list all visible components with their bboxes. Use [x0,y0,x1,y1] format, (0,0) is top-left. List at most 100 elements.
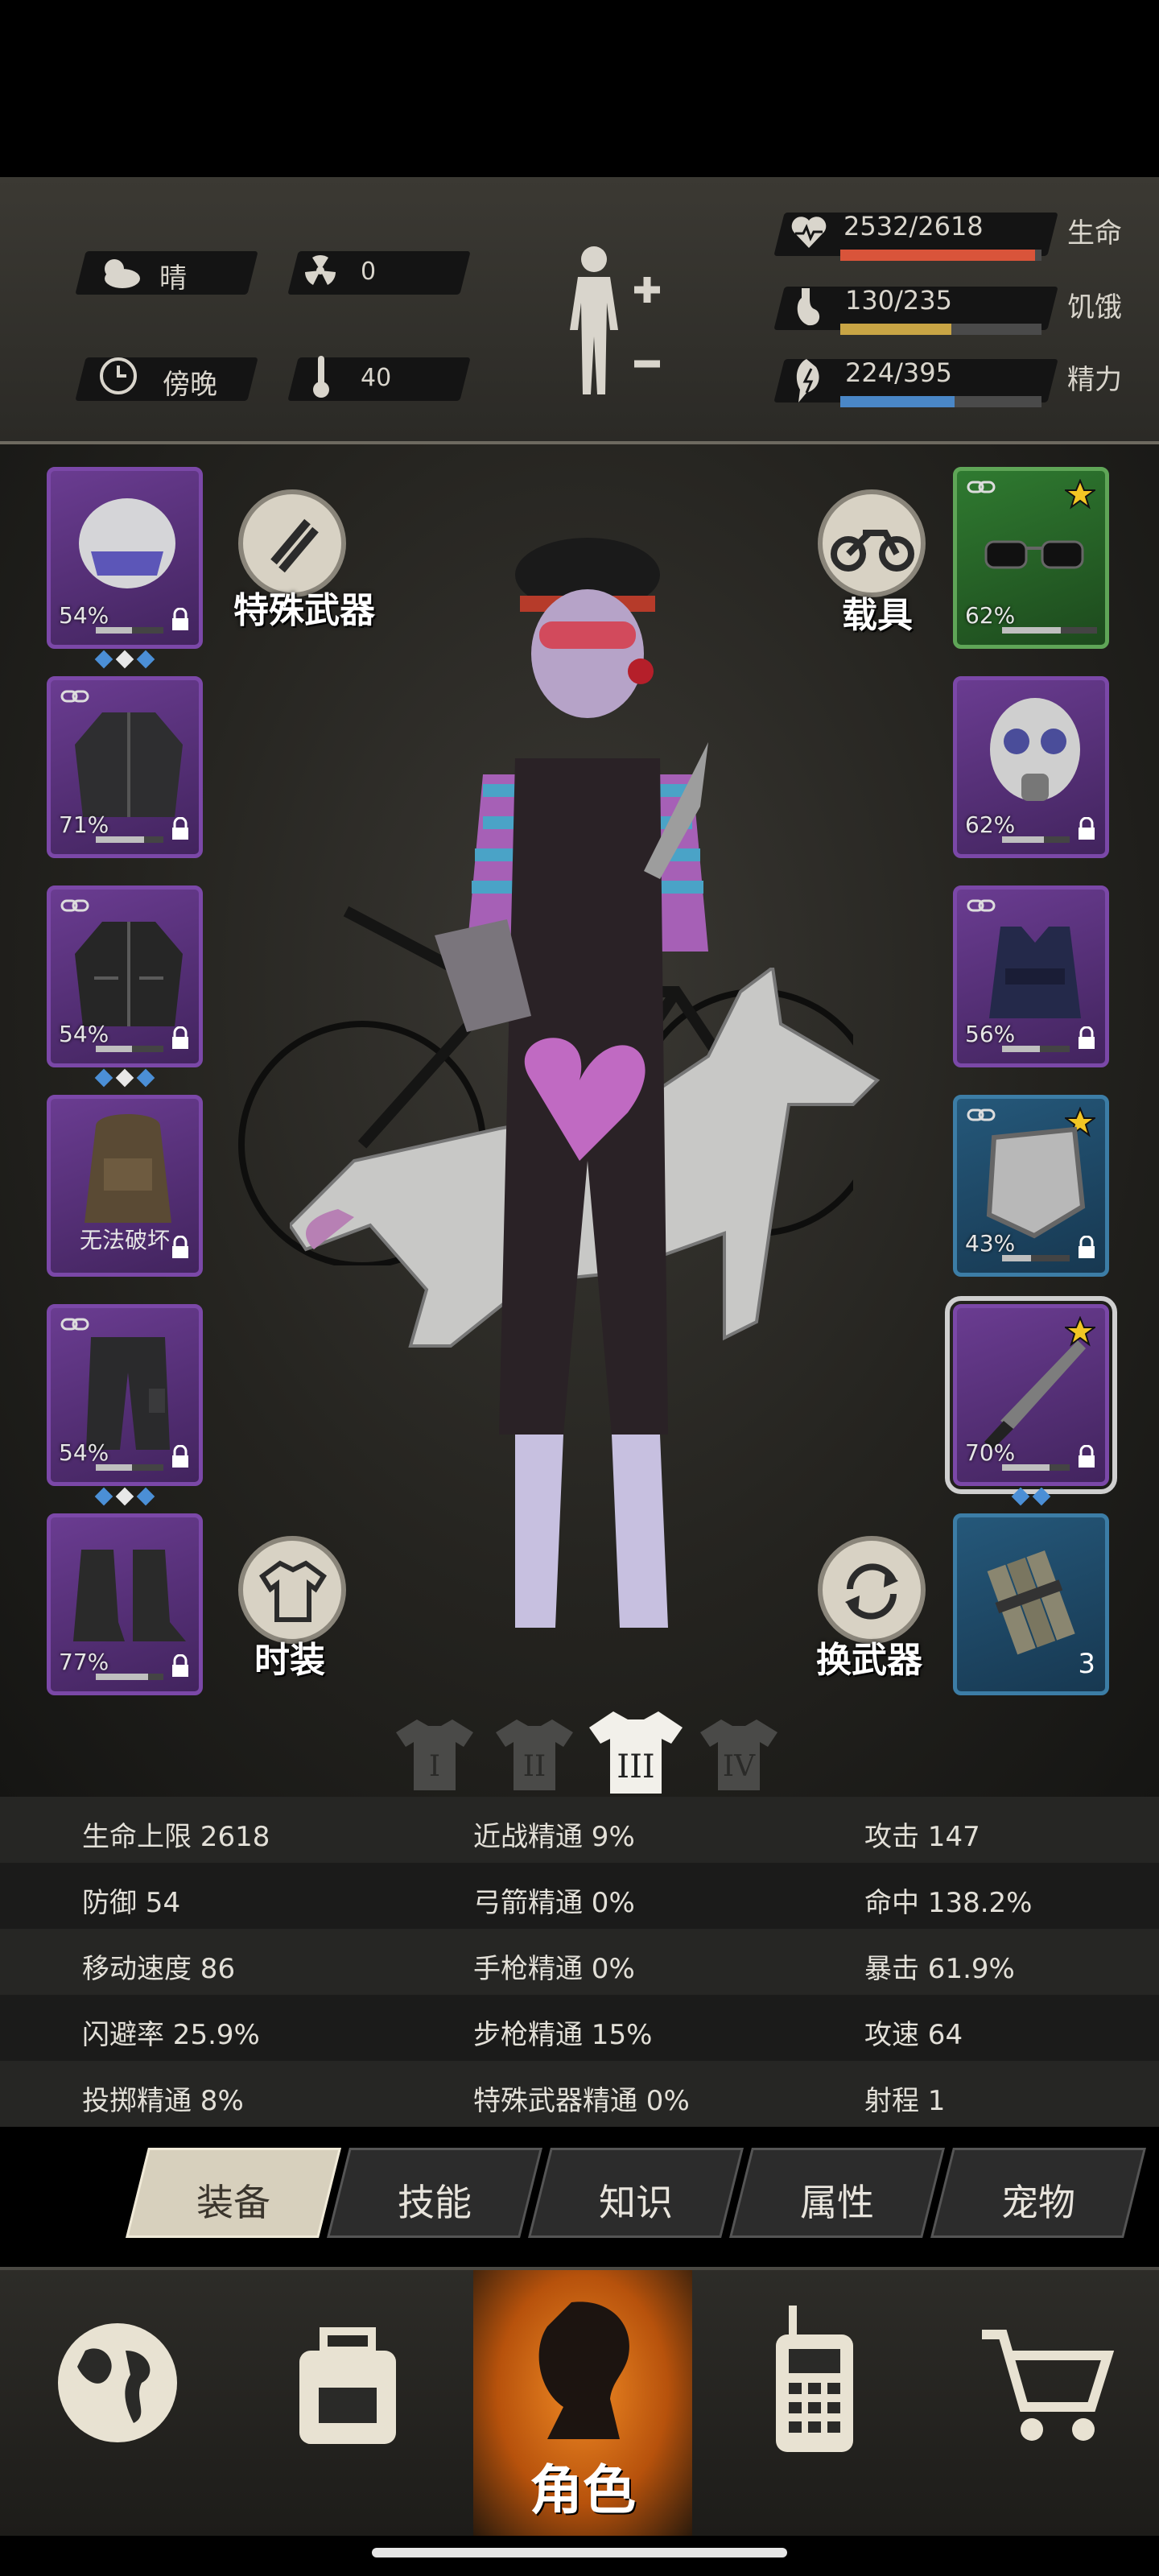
riot-shield-icon [986,1126,1086,1239]
stat-row: 闪避率 25.9% 步枪精通 15% 攻速 64 [0,1995,1159,2061]
outfit-tab-4-label: IV [723,1750,756,1783]
hunger-bar [840,324,1041,335]
slot-shield[interactable]: 43% [953,1095,1109,1277]
health-bar-fill [840,250,1035,261]
hunger-label: 饥饿 [1067,291,1122,324]
gem-blue [94,1487,113,1506]
stat-cell: 弓箭精通 0% [473,1887,635,1919]
nav-radio[interactable] [703,2270,922,2536]
lock-icon[interactable] [1076,1445,1097,1469]
durability-bar-fill [96,1464,133,1471]
thermometer-icon [313,356,329,398]
nav-world-map[interactable] [8,2270,227,2536]
slot-durability-text: 56% [965,1021,1016,1047]
slot-durability-text: 62% [965,811,1016,838]
slot-throwable[interactable]: 3 [953,1513,1109,1695]
stat-cell: 命中 138.2% [864,1887,1033,1919]
nav-character[interactable]: 角色 [473,2270,692,2536]
slot-inner-top[interactable]: 71% [47,676,203,858]
tab-equipment-label: 装备 [196,2181,270,2224]
outfit-tab-4[interactable]: IV [699,1716,779,1794]
slot-eyewear[interactable]: 62% [953,467,1109,649]
nav-inventory[interactable] [238,2270,457,2536]
heart-icon [791,217,827,248]
home-indicator[interactable] [372,2548,787,2557]
stat-cell: 步枪精通 15% [473,2019,653,2051]
stat-cell: 暴击 61.9% [864,1953,1015,1985]
vehicle-button[interactable] [818,489,926,597]
character-illustration [435,538,708,1628]
gem-blue [136,650,155,669]
character-scene: 54% 71% 54% 无法破坏 54% 77% 62% 62% 56% 43%… [0,444,1159,1797]
tab-pets-label: 宠物 [1001,2181,1075,2224]
gem-white [115,1487,134,1506]
durability-bar [96,1046,163,1052]
link-icon [60,690,89,703]
cargo-pants-icon [86,1337,170,1450]
stat-cell: 防御 54 [82,1887,181,1919]
tab-attributes-label: 属性 [800,2181,874,2224]
fashion-button[interactable] [238,1536,346,1644]
link-icon [967,1108,996,1121]
body-status-icon[interactable] [560,242,665,402]
special-weapon-label: 特殊武器 [233,590,375,631]
switch-weapon-button[interactable] [818,1536,926,1644]
police-helmet-icon [79,498,175,588]
energy-bar-fill [840,396,955,407]
slot-durability-text: 62% [965,602,1016,629]
lock-icon[interactable] [170,817,191,841]
lock-icon[interactable] [1076,1236,1097,1260]
police-vest-icon [989,927,1081,1018]
tab-skills-label: 技能 [398,2181,472,2224]
outfit-tab-1[interactable]: I [394,1716,475,1794]
lock-icon[interactable] [170,608,191,632]
slot-backpack[interactable]: 无法破坏 [47,1095,203,1277]
hunger-bar-fill [840,324,952,335]
swap-icon [845,1563,898,1620]
globe-icon [58,2323,177,2442]
slot-durability-text: 54% [59,1021,109,1047]
machete-icon [984,1340,1086,1450]
lock-icon[interactable] [1076,1026,1097,1051]
stat-cell: 射程 1 [864,2085,946,2117]
gas-mask-icon [990,698,1080,801]
slot-outer-top[interactable]: 54% [47,886,203,1088]
nav-character-label: 角色 [530,2459,636,2521]
bottom-navigation: 角色 [0,2267,1159,2536]
slot-weapon[interactable]: 70% [945,1296,1117,1506]
stat-cell: 闪避率 25.9% [82,2019,260,2051]
gem-blue [1032,1487,1051,1506]
lock-icon[interactable] [170,1236,191,1260]
durability-bar-fill [96,1674,148,1680]
stat-cell: 特殊武器精通 0% [473,2085,690,2117]
slot-durability-text: 54% [59,602,109,629]
stat-cell: 攻击 147 [864,1821,980,1853]
stat-row: 生命上限 2618 近战精通 9% 攻击 147 [0,1797,1159,1863]
lock-icon[interactable] [170,1445,191,1469]
slot-pants[interactable]: 54% [47,1304,203,1506]
unbreakable-note: 无法破坏 [80,1227,171,1253]
link-icon [60,1318,89,1331]
outfit-tab-3[interactable]: III [586,1708,686,1797]
attribute-stats-table: 生命上限 2618 近战精通 9% 攻击 147 防御 54 弓箭精通 0% 命… [0,1797,1159,2127]
nav-shop[interactable] [934,2270,1153,2536]
stat-cell: 移动速度 86 [82,1953,236,1985]
energy-bar [840,396,1041,407]
durability-bar-fill [1002,1255,1032,1261]
backpack-icon [299,2327,396,2444]
health-bar [840,250,1041,261]
slot-durability-text: 77% [59,1649,109,1675]
durability-bar-fill [96,627,133,634]
energy-label: 精力 [1067,364,1122,396]
lock-icon[interactable] [170,1654,191,1678]
cart-icon [982,2330,1115,2441]
lock-icon[interactable] [170,1026,191,1051]
slot-mask[interactable]: 62% [953,676,1109,858]
slot-vest[interactable]: 56% [953,886,1109,1067]
outfit-tab-2[interactable]: II [494,1716,575,1794]
durability-bar [1002,1464,1070,1471]
slot-head[interactable]: 54% [47,467,203,669]
slot-shoes[interactable]: 77% [47,1513,203,1695]
radiation-value: 0 [361,258,377,286]
lock-icon[interactable] [1076,817,1097,841]
